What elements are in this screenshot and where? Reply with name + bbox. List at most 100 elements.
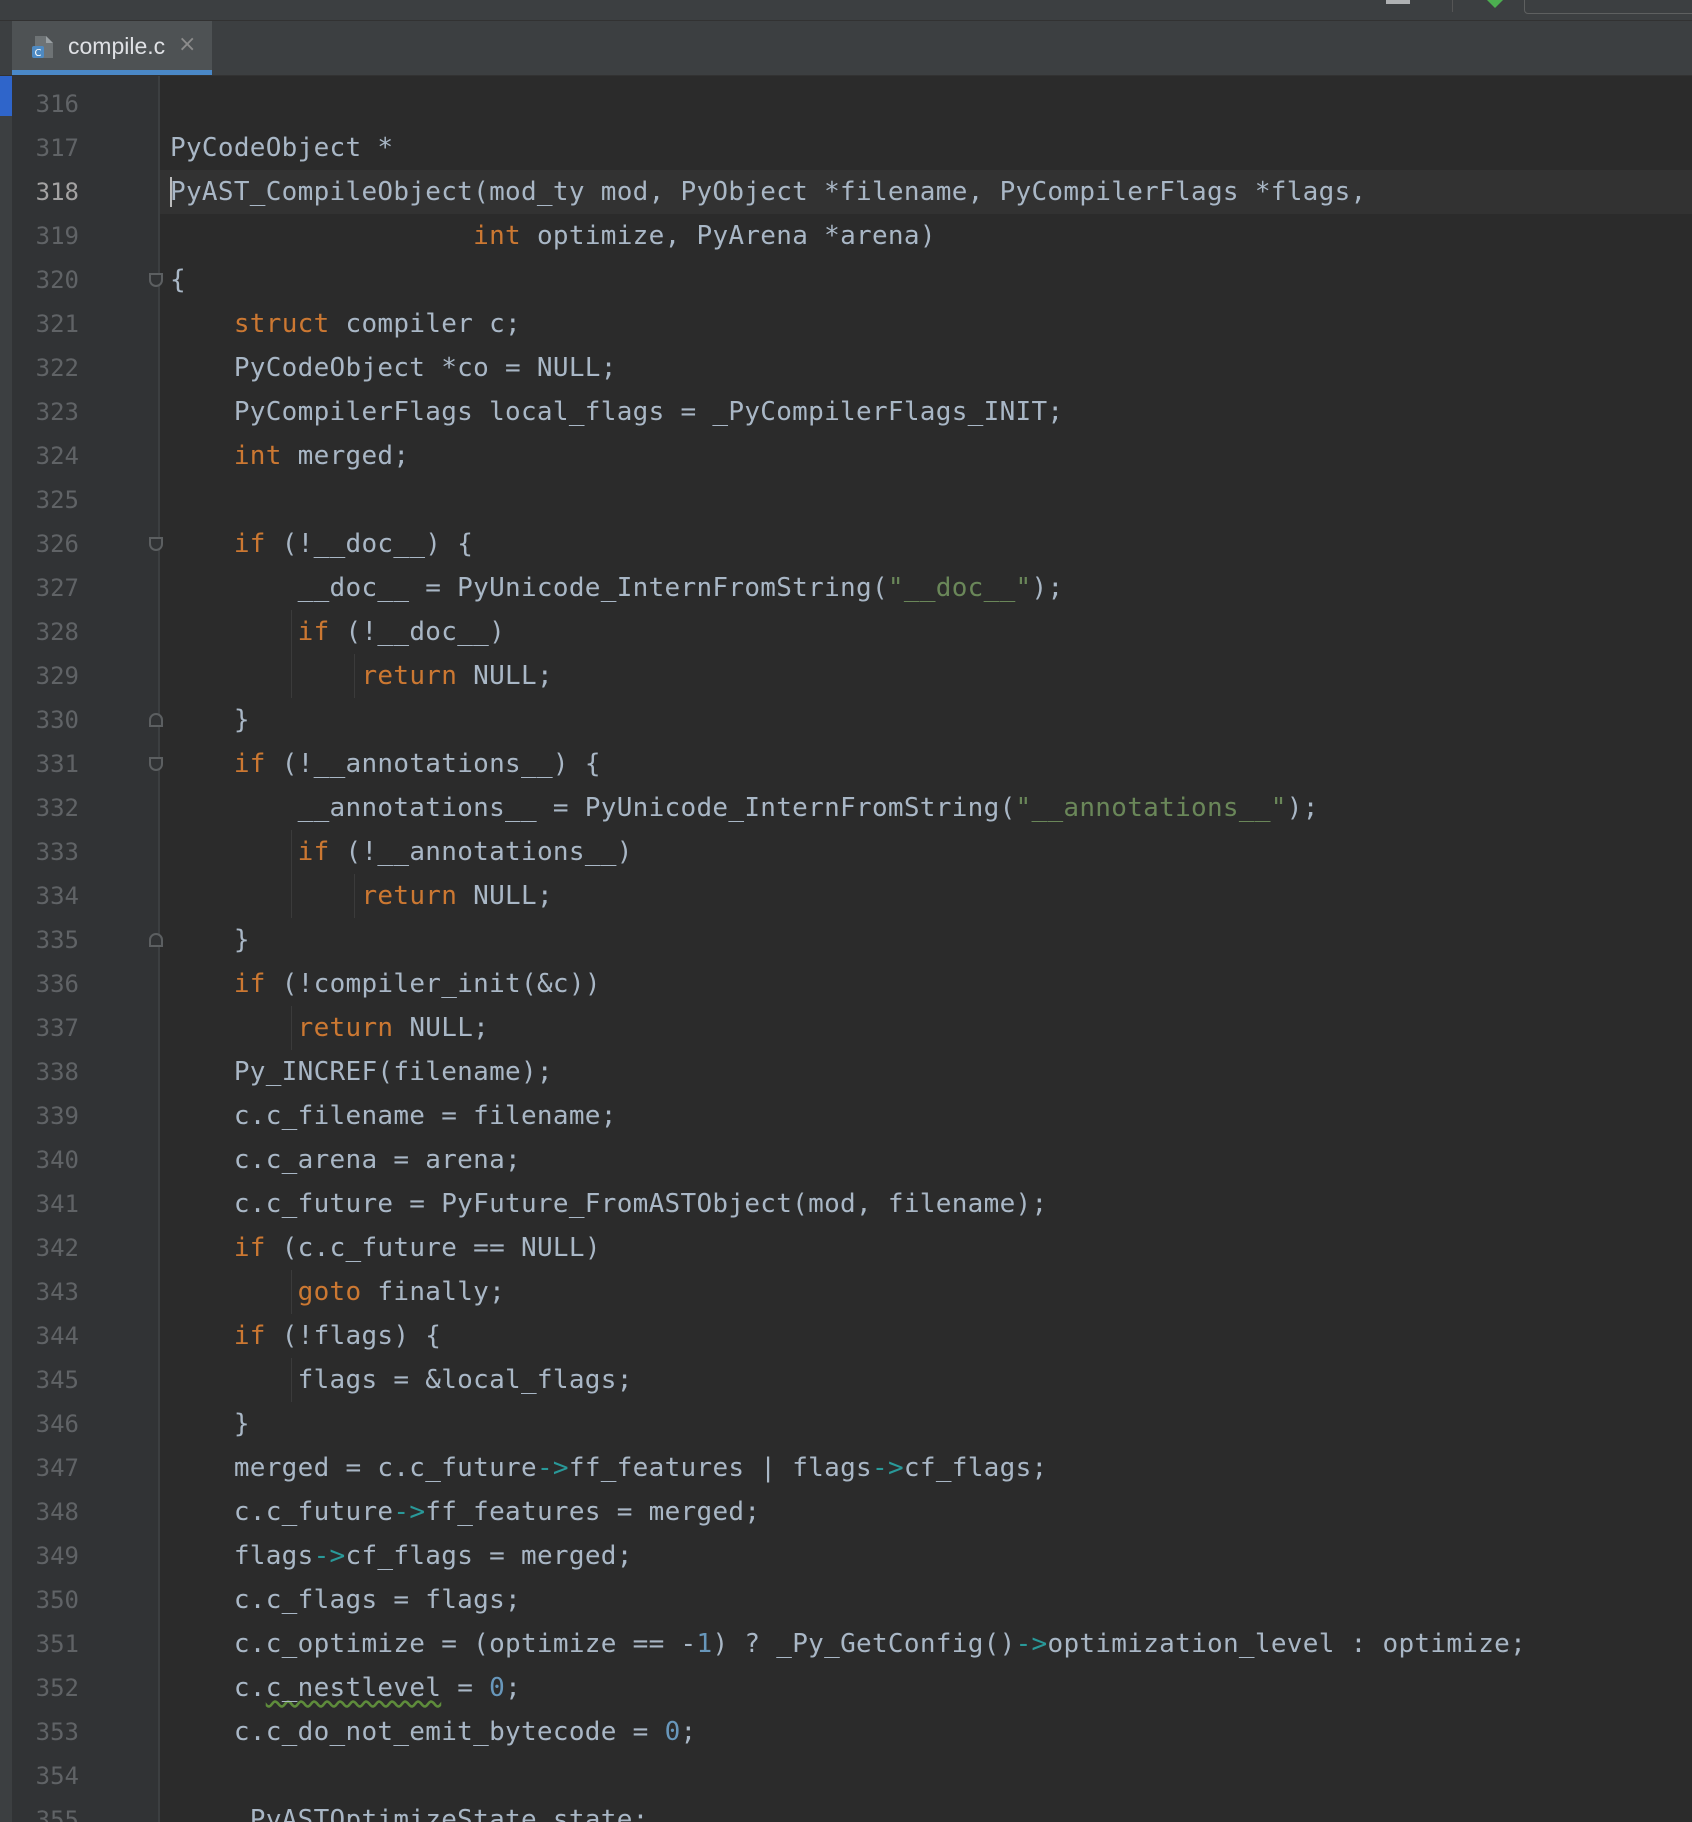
code-text: c.c_flags = flags; — [170, 1585, 521, 1615]
line-number: 318 — [35, 178, 79, 206]
code-text: _PyASTOptimizeState state; — [170, 1805, 649, 1822]
code-text: __doc__ = PyUnicode_InternFromString("__… — [170, 573, 1064, 603]
line-number: 349 — [35, 1542, 79, 1570]
code-line-row[interactable]: 345 flags = &local_flags; — [0, 1358, 1692, 1402]
line-number: 322 — [35, 354, 79, 382]
tab-compile-c[interactable]: C compile.c × — [12, 21, 212, 75]
code-line-row[interactable]: 342 if (c.c_future == NULL) — [0, 1226, 1692, 1270]
code-text: c.c_future = PyFuture_FromASTObject(mod,… — [170, 1189, 1048, 1219]
code-line-row[interactable]: 328 if (!__doc__) — [0, 610, 1692, 654]
line-number: 320 — [35, 266, 79, 294]
indent-guide — [291, 1358, 292, 1402]
code-line-row[interactable]: 335 } — [0, 918, 1692, 962]
code-line-row[interactable]: 351 c.c_optimize = (optimize == -1) ? _P… — [0, 1622, 1692, 1666]
fold-collapse-icon[interactable] — [149, 537, 163, 551]
code-text: c.c_filename = filename; — [170, 1101, 617, 1131]
code-line-row[interactable]: 337 return NULL; — [0, 1006, 1692, 1050]
line-number: 341 — [35, 1190, 79, 1218]
code-line-row[interactable]: 340 c.c_arena = arena; — [0, 1138, 1692, 1182]
code-line-row[interactable]: 317 PyCodeObject * — [0, 126, 1692, 170]
line-number: 323 — [35, 398, 79, 426]
code-line-row[interactable]: 332 __annotations__ = PyUnicode_InternFr… — [0, 786, 1692, 830]
indent-guide — [291, 1270, 292, 1314]
code-text: if (!flags) { — [233, 1321, 442, 1351]
code-line-row[interactable]: 326 if (!__doc__) { — [0, 522, 1692, 566]
line-number: 347 — [35, 1454, 79, 1482]
code-line-row[interactable]: 331 if (!__annotations__) { — [0, 742, 1692, 786]
line-number: 348 — [35, 1498, 79, 1526]
line-number: 326 — [35, 530, 79, 558]
code-line-row[interactable]: 347 merged = c.c_future->ff_features | f… — [0, 1446, 1692, 1490]
run-configuration-selector[interactable] — [1524, 0, 1692, 14]
code-line-row[interactable]: 354 — [0, 1754, 1692, 1798]
code-text: } — [170, 925, 250, 955]
code-line-row[interactable]: 334 return NULL; — [0, 874, 1692, 918]
code-text: struct compiler c; — [233, 309, 522, 339]
line-number: 333 — [35, 838, 79, 866]
fold-end-icon[interactable] — [149, 713, 163, 727]
indent-guide — [354, 874, 355, 918]
code-line-row[interactable]: 325 — [0, 478, 1692, 522]
code-line-row[interactable]: 348 c.c_future->ff_features = merged; — [0, 1490, 1692, 1534]
code-line-row[interactable]: 339 c.c_filename = filename; — [0, 1094, 1692, 1138]
indent-guide — [354, 654, 355, 698]
toolbar-icon[interactable] — [1386, 0, 1410, 4]
code-line-row[interactable]: 336 if (!compiler_init(&c)) — [0, 962, 1692, 1006]
code-line-row[interactable]: 353 c.c_do_not_emit_bytecode = 0; — [0, 1710, 1692, 1754]
code-line-row[interactable]: 355 _PyASTOptimizeState state; — [0, 1798, 1692, 1822]
code-line-row[interactable]: 318 PyAST_CompileObject(mod_ty mod, PyObj… — [0, 170, 1692, 214]
indent-guide — [291, 1006, 292, 1050]
line-number: 317 — [35, 134, 79, 162]
code-line-row[interactable]: 324 int merged; — [0, 434, 1692, 478]
code-text: return NULL; — [297, 1013, 490, 1043]
code-line-row[interactable]: 333 if (!__annotations__) — [0, 830, 1692, 874]
code-line-row[interactable]: 338 Py_INCREF(filename); — [0, 1050, 1692, 1094]
code-line-row[interactable]: 321 struct compiler c; — [0, 302, 1692, 346]
line-number: 319 — [35, 222, 79, 250]
code-line-row[interactable]: 319 int optimize, PyArena *arena) — [0, 214, 1692, 258]
fold-collapse-icon[interactable] — [149, 757, 163, 771]
line-number: 346 — [35, 1410, 79, 1438]
line-number: 352 — [35, 1674, 79, 1702]
code-line-row[interactable]: 350 c.c_flags = flags; — [0, 1578, 1692, 1622]
code-text: __annotations__ = PyUnicode_InternFromSt… — [170, 793, 1319, 823]
code-line-row[interactable]: 316 — [0, 82, 1692, 126]
code-line-row[interactable]: 346 } — [0, 1402, 1692, 1446]
code-line-row[interactable]: 343 goto finally; — [0, 1270, 1692, 1314]
code-text: c.c_arena = arena; — [170, 1145, 521, 1175]
toolbar-separator — [1452, 0, 1453, 12]
toolbar — [0, 0, 1692, 21]
code-line-row[interactable]: 349 flags->cf_flags = merged; — [0, 1534, 1692, 1578]
indent-guide — [291, 830, 292, 918]
code-line-row[interactable]: 330 } — [0, 698, 1692, 742]
code-text: } — [170, 705, 250, 735]
line-number: 351 — [35, 1630, 79, 1658]
line-number: 328 — [35, 618, 79, 646]
code-text: c.c_optimize = (optimize == -1) ? _Py_Ge… — [170, 1629, 1527, 1659]
fold-end-icon[interactable] — [149, 933, 163, 947]
code-line-row[interactable]: 320 { — [0, 258, 1692, 302]
close-icon[interactable]: × — [178, 31, 196, 59]
code-line-row[interactable]: 352 c.c_nestlevel = 0; — [0, 1666, 1692, 1710]
tab-label: compile.c — [68, 33, 166, 59]
line-number: 345 — [35, 1366, 79, 1394]
line-number: 343 — [35, 1278, 79, 1306]
line-number: 336 — [35, 970, 79, 998]
line-number: 344 — [35, 1322, 79, 1350]
run-status-icon[interactable] — [1487, 0, 1503, 8]
code-line-row[interactable]: 327 __doc__ = PyUnicode_InternFromString… — [0, 566, 1692, 610]
line-number: 340 — [35, 1146, 79, 1174]
code-line-row[interactable]: 322 PyCodeObject *co = NULL; — [0, 346, 1692, 390]
code-line-row[interactable]: 329 return NULL; — [0, 654, 1692, 698]
line-number: 337 — [35, 1014, 79, 1042]
line-number: 325 — [35, 486, 79, 514]
line-number: 331 — [35, 750, 79, 778]
code-text: PyCodeObject *co = NULL; — [170, 353, 617, 383]
code-line-row[interactable]: 344 if (!flags) { — [0, 1314, 1692, 1358]
line-number: 329 — [35, 662, 79, 690]
code-line-row[interactable]: 341 c.c_future = PyFuture_FromASTObject(… — [0, 1182, 1692, 1226]
code-text: int optimize, PyArena *arena) — [473, 221, 936, 251]
editor-tab-bar: C compile.c × — [0, 21, 1692, 76]
code-line-row[interactable]: 323 PyCompilerFlags local_flags = _PyCom… — [0, 390, 1692, 434]
fold-collapse-icon[interactable] — [149, 273, 163, 287]
